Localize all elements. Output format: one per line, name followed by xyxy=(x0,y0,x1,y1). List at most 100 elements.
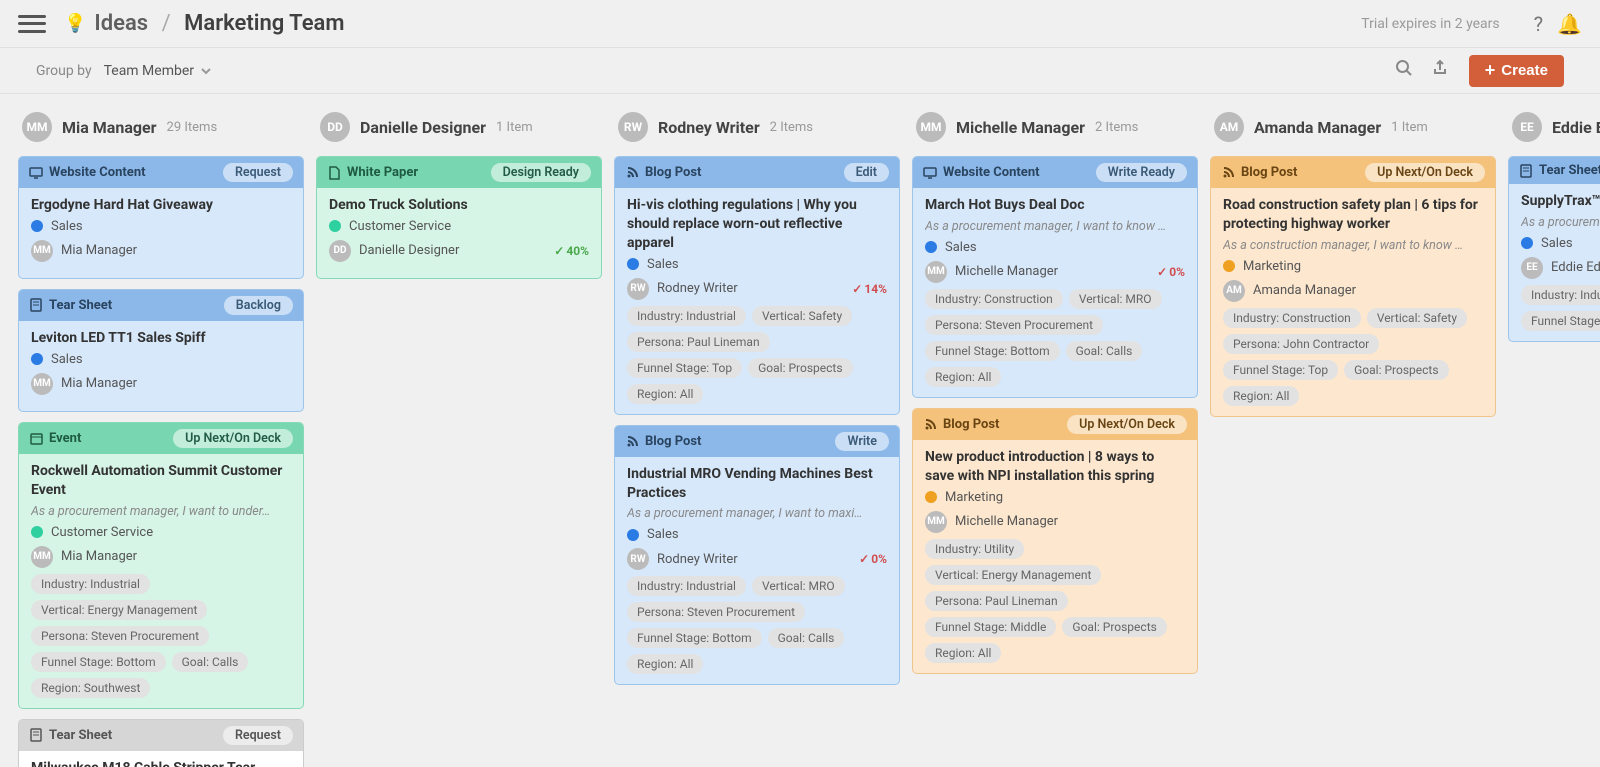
card[interactable]: Blog Post Write Industrial MRO Vending M… xyxy=(614,425,900,686)
share-icon[interactable] xyxy=(1431,59,1449,82)
card-body: Industrial MRO Vending Machines Best Pra… xyxy=(615,457,899,685)
column-body[interactable]: Blog Post Up Next/On Deck Road construct… xyxy=(1210,156,1500,767)
column-body[interactable]: Tear Sheet SupplyTrax™As a procuremen…Sa… xyxy=(1508,156,1600,767)
card-header: Website Content Request xyxy=(19,157,303,188)
card-type: Blog Post xyxy=(625,434,701,449)
tag: Persona: Steven Procurement xyxy=(31,626,209,646)
tag: Industry: Utility xyxy=(925,539,1024,559)
column-body[interactable]: Website Content Request Ergodyne Hard Ha… xyxy=(18,156,308,767)
card-header: Website Content Write Ready xyxy=(913,157,1197,188)
card-type: Blog Post xyxy=(1221,165,1297,180)
card-owner: MMMia Manager xyxy=(31,546,291,568)
column-name: Mia Manager xyxy=(62,118,157,137)
card-type: Website Content xyxy=(29,165,146,180)
search-icon[interactable] xyxy=(1395,59,1413,82)
groupby-value: Team Member xyxy=(104,63,194,79)
help-icon[interactable]: ? xyxy=(1534,12,1543,36)
card[interactable]: Blog Post Up Next/On Deck New product in… xyxy=(912,408,1198,674)
card-title: Leviton LED TT1 Sales Spiff xyxy=(31,329,291,348)
tag-list: Industry: ConstructionVertical: SafetyPe… xyxy=(1223,308,1483,406)
column: EE Eddie Ed… Tear Sheet SupplyTrax™As a … xyxy=(1508,112,1600,767)
column-body[interactable]: Website Content Write Ready March Hot Bu… xyxy=(912,156,1202,767)
avatar: RW xyxy=(627,278,649,300)
column-header: RW Rodney Writer 2 Items xyxy=(614,112,904,142)
status-badge: Request xyxy=(223,726,293,745)
column-body[interactable]: White Paper Design Ready Demo Truck Solu… xyxy=(316,156,606,767)
tag: Industry: Indust… xyxy=(1521,285,1600,305)
tag: Industry: Industrial xyxy=(627,576,746,596)
card-description: As a procurement manager, I want to know… xyxy=(925,219,1185,234)
card[interactable]: Tear Sheet Request Milwaukee M18 Cable S… xyxy=(18,719,304,767)
card-type: Tear Sheet xyxy=(1519,163,1600,178)
avatar[interactable]: DD xyxy=(320,112,350,142)
chevron-down-icon xyxy=(200,65,212,77)
status-badge: Design Ready xyxy=(491,163,591,182)
card[interactable]: Blog Post Edit Hi-vis clothing regulatio… xyxy=(614,156,900,415)
card[interactable]: Website Content Write Ready March Hot Bu… xyxy=(912,156,1198,398)
sheet-icon xyxy=(1519,164,1533,178)
bell-icon[interactable]: 🔔 xyxy=(1557,12,1582,36)
column: RW Rodney Writer 2 Items Blog Post Edit … xyxy=(614,112,904,767)
sheet-icon xyxy=(29,728,43,742)
tag-list: Industry: Utility Vertical: Energy Manage… xyxy=(925,539,1185,663)
category-dot xyxy=(925,241,937,253)
category-dot xyxy=(1521,237,1533,249)
card-owner: MMMichelle Manager0% xyxy=(925,261,1185,283)
tag: Region: All xyxy=(627,384,703,404)
card-title: Ergodyne Hard Hat Giveaway xyxy=(31,196,291,215)
category-dot xyxy=(329,220,341,232)
card-owner: EEEddie Editor xyxy=(1521,257,1600,279)
card-body: Road construction safety plan | 6 tips f… xyxy=(1211,188,1495,416)
tag-list: Industry: IndustrialVertical: SafetyPers… xyxy=(627,306,887,404)
card[interactable]: Tear Sheet SupplyTrax™As a procuremen…Sa… xyxy=(1508,156,1600,342)
create-button[interactable]: + Create xyxy=(1469,55,1564,87)
tag-list: Industry: IndustrialVertical: Energy Man… xyxy=(31,574,291,698)
menu-icon[interactable] xyxy=(18,12,46,36)
card-title: Industrial MRO Vending Machines Best Pra… xyxy=(627,465,887,503)
tag: Persona: Steven Procurement xyxy=(925,315,1103,335)
card[interactable]: Blog Post Up Next/On Deck Road construct… xyxy=(1210,156,1496,417)
tag: Vertical: Energy Management xyxy=(31,600,207,620)
card-header: Event Up Next/On Deck xyxy=(19,423,303,454)
progress-badge: 40% xyxy=(554,244,589,258)
card-description: As a procurement manager, I want to maxi… xyxy=(627,506,887,521)
card[interactable]: Event Up Next/On Deck Rockwell Automatio… xyxy=(18,422,304,709)
groupby-dropdown[interactable]: Team Member xyxy=(104,63,212,79)
card[interactable]: White Paper Design Ready Demo Truck Solu… xyxy=(316,156,602,279)
column-count: 1 Item xyxy=(1391,120,1428,135)
card-header: Blog Post Up Next/On Deck xyxy=(1211,157,1495,188)
rss-icon xyxy=(625,166,639,179)
category-dot xyxy=(31,353,43,365)
column-name: Amanda Manager xyxy=(1254,118,1381,137)
avatar[interactable]: MM xyxy=(916,112,946,142)
card[interactable]: Tear Sheet Backlog Leviton LED TT1 Sales… xyxy=(18,289,304,412)
column-header: MM Mia Manager 29 Items xyxy=(18,112,308,142)
tag: Industry: Industrial xyxy=(627,306,746,326)
tag: Vertical: Safety xyxy=(1367,308,1467,328)
toolbar: Group by Team Member + Create xyxy=(0,48,1600,94)
card-owner: DDDanielle Designer40% xyxy=(329,240,589,262)
column-body[interactable]: Blog Post Edit Hi-vis clothing regulatio… xyxy=(614,156,904,767)
breadcrumb-section[interactable]: Ideas xyxy=(94,11,148,36)
category-dot xyxy=(31,526,43,538)
breadcrumb: Ideas / Marketing Team xyxy=(94,11,344,36)
card-type: Blog Post xyxy=(923,417,999,432)
card-category: Marketing xyxy=(1223,259,1483,274)
card-description: As a procuremen… xyxy=(1521,215,1600,230)
column-count: 29 Items xyxy=(167,120,218,135)
avatar[interactable]: EE xyxy=(1512,112,1542,142)
avatar[interactable]: AM xyxy=(1214,112,1244,142)
avatar: EE xyxy=(1521,257,1543,279)
avatar[interactable]: RW xyxy=(618,112,648,142)
card[interactable]: Website Content Request Ergodyne Hard Ha… xyxy=(18,156,304,279)
column: MM Mia Manager 29 Items Website Content … xyxy=(18,112,308,767)
top-bar: 💡 Ideas / Marketing Team Trial expires i… xyxy=(0,0,1600,48)
tag: Funnel Stage: Middle xyxy=(925,617,1056,637)
avatar[interactable]: MM xyxy=(22,112,52,142)
tag: Vertical: Energy Management xyxy=(925,565,1101,585)
avatar: RW xyxy=(627,548,649,570)
tag: Industry: Construction xyxy=(1223,308,1361,328)
card-type: Tear Sheet xyxy=(29,298,112,313)
board[interactable]: MM Mia Manager 29 Items Website Content … xyxy=(0,94,1600,767)
tag: Funnel Stage: Bottom xyxy=(31,652,166,672)
